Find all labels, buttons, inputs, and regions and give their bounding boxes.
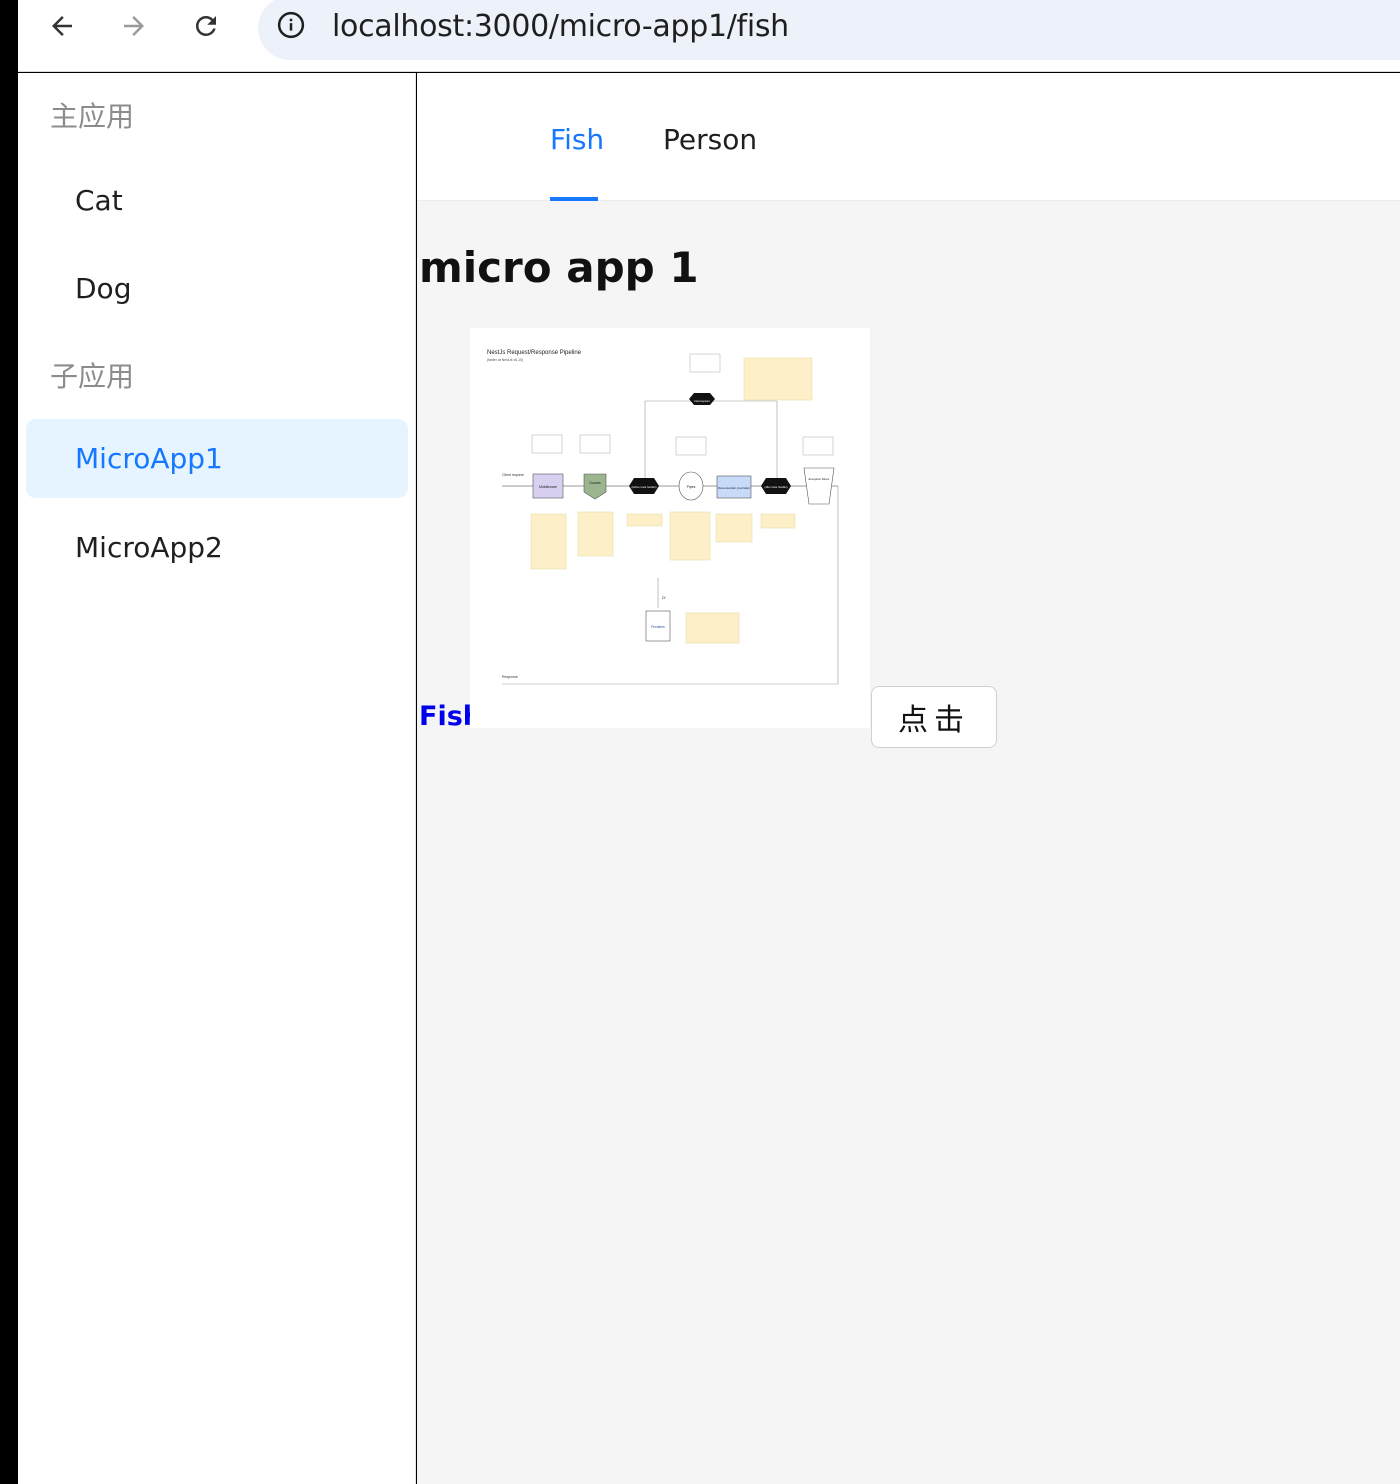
pipeline-diagram: NestJs Request/Response Pipeline (faster…	[470, 328, 870, 728]
di-label: DI	[662, 596, 666, 600]
sidebar-item-microapp2[interactable]: MicroApp2	[26, 508, 408, 587]
group-title-sub-app: 子应用	[50, 360, 135, 393]
click-button[interactable]: 点击	[871, 686, 997, 748]
reload-icon	[195, 15, 216, 36]
pipeline-diagram-image: NestJs Request/Response Pipeline (faster…	[470, 328, 870, 728]
route-handler-node: Route Handler (controller)	[718, 486, 750, 490]
active-tab-indicator	[550, 197, 598, 201]
interceptors-node: Interceptors	[694, 399, 710, 403]
diagram-title: NestJs Request/Response Pipeline	[487, 350, 582, 356]
arrow-left-icon	[52, 16, 72, 36]
response-label: Response	[502, 675, 518, 679]
sidebar-item-microapp1[interactable]: MicroApp1	[26, 419, 408, 498]
reload-button[interactable]	[186, 6, 226, 46]
browser-toolbar: localhost:3000/micro-app1/fish	[18, 0, 1400, 72]
after-handler-node: (after route handler)	[765, 485, 788, 489]
tab-fish[interactable]: Fish	[550, 123, 604, 156]
forward-button[interactable]	[114, 6, 154, 46]
tab-person[interactable]: Person	[663, 123, 757, 156]
pipes-node: Pipes	[687, 485, 696, 489]
main-content: Fish Person micro app 1 Fish NestJs Requ…	[417, 73, 1400, 1484]
sidebar-item-label: MicroApp1	[75, 442, 223, 475]
before-handler-node: (before route handler)	[631, 485, 656, 489]
sidebar-item-dog[interactable]: Dog	[26, 249, 408, 328]
sidebar-menu: 主应用 Cat Dog 子应用 MicroApp1 MicroApp2	[18, 73, 416, 1484]
diagram-subtitle: (faster at NestJs v6.10)	[487, 358, 523, 362]
client-request-label: Client request	[502, 473, 524, 477]
exception-filters-node: Exception Filters	[809, 477, 830, 481]
page-title: micro app 1	[419, 243, 699, 292]
sidebar-item-label: MicroApp2	[75, 531, 223, 564]
back-button[interactable]	[42, 6, 82, 46]
address-bar[interactable]: localhost:3000/micro-app1/fish	[258, 0, 1400, 60]
group-title-main-app: 主应用	[50, 100, 135, 133]
sidebar-item-cat[interactable]: Cat	[26, 161, 408, 240]
arrow-right-icon	[124, 16, 144, 36]
site-info-icon[interactable]	[276, 10, 306, 40]
guards-node: Guards	[589, 481, 601, 485]
tabs-bar: Fish Person	[417, 73, 1400, 201]
providers-node: Providers	[651, 625, 665, 629]
middleware-node: Middleware	[539, 485, 557, 489]
url-text[interactable]: localhost:3000/micro-app1/fish	[332, 9, 789, 44]
sidebar-item-label: Cat	[75, 184, 123, 217]
sidebar-item-label: Dog	[75, 272, 132, 305]
